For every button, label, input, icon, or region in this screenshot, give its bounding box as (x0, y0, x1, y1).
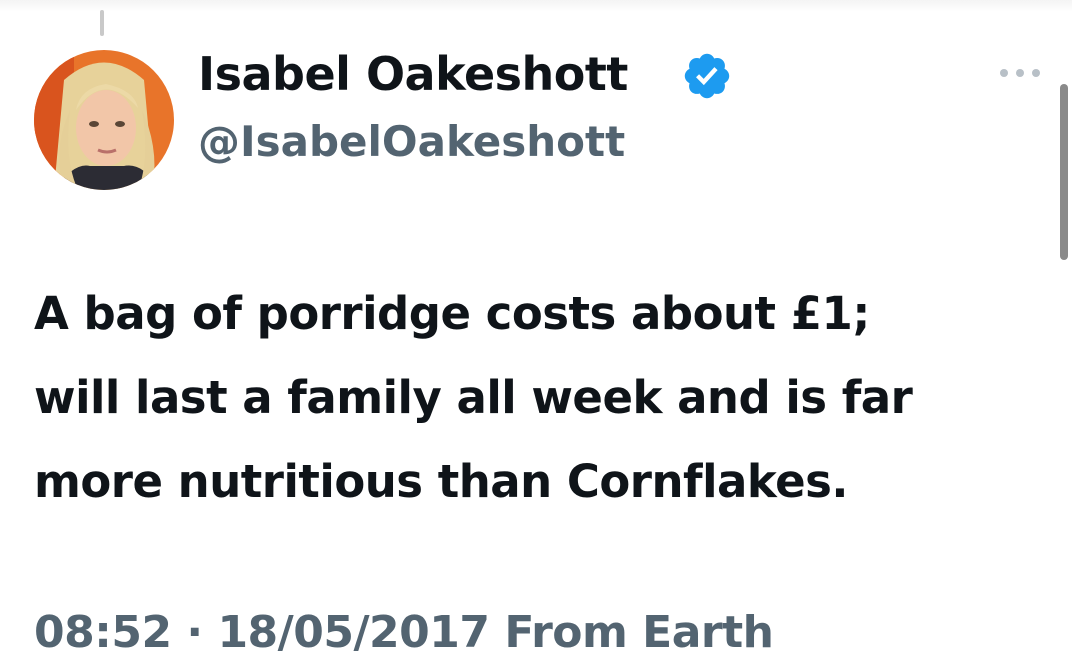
tweet-source: From Earth (504, 607, 774, 658)
display-name[interactable]: Isabel Oakeshott (198, 44, 628, 104)
verified-badge-icon (684, 53, 730, 99)
tweet-line: more nutritious than Cornflakes. (34, 455, 849, 508)
meta-separator: · (186, 607, 203, 658)
tweet-line: will last a family all week and is far (34, 371, 913, 424)
drag-handle (100, 10, 104, 36)
avatar-photo (34, 50, 174, 190)
user-handle[interactable]: @IsabelOakeshott (198, 112, 625, 172)
tweet-date[interactable]: 18/05/2017 (217, 607, 490, 658)
tweet-line: A bag of porridge costs about £1; (34, 287, 870, 340)
top-strip (0, 0, 1072, 12)
scrollbar[interactable] (1060, 84, 1068, 260)
more-options-icon[interactable] (997, 64, 1043, 82)
tweet-text: A bag of porridge costs about £1; will l… (34, 272, 1054, 524)
avatar[interactable] (34, 50, 174, 190)
tweet-meta: 08:52 · 18/05/2017 From Earth (34, 598, 774, 668)
tweet-time[interactable]: 08:52 (34, 607, 172, 658)
